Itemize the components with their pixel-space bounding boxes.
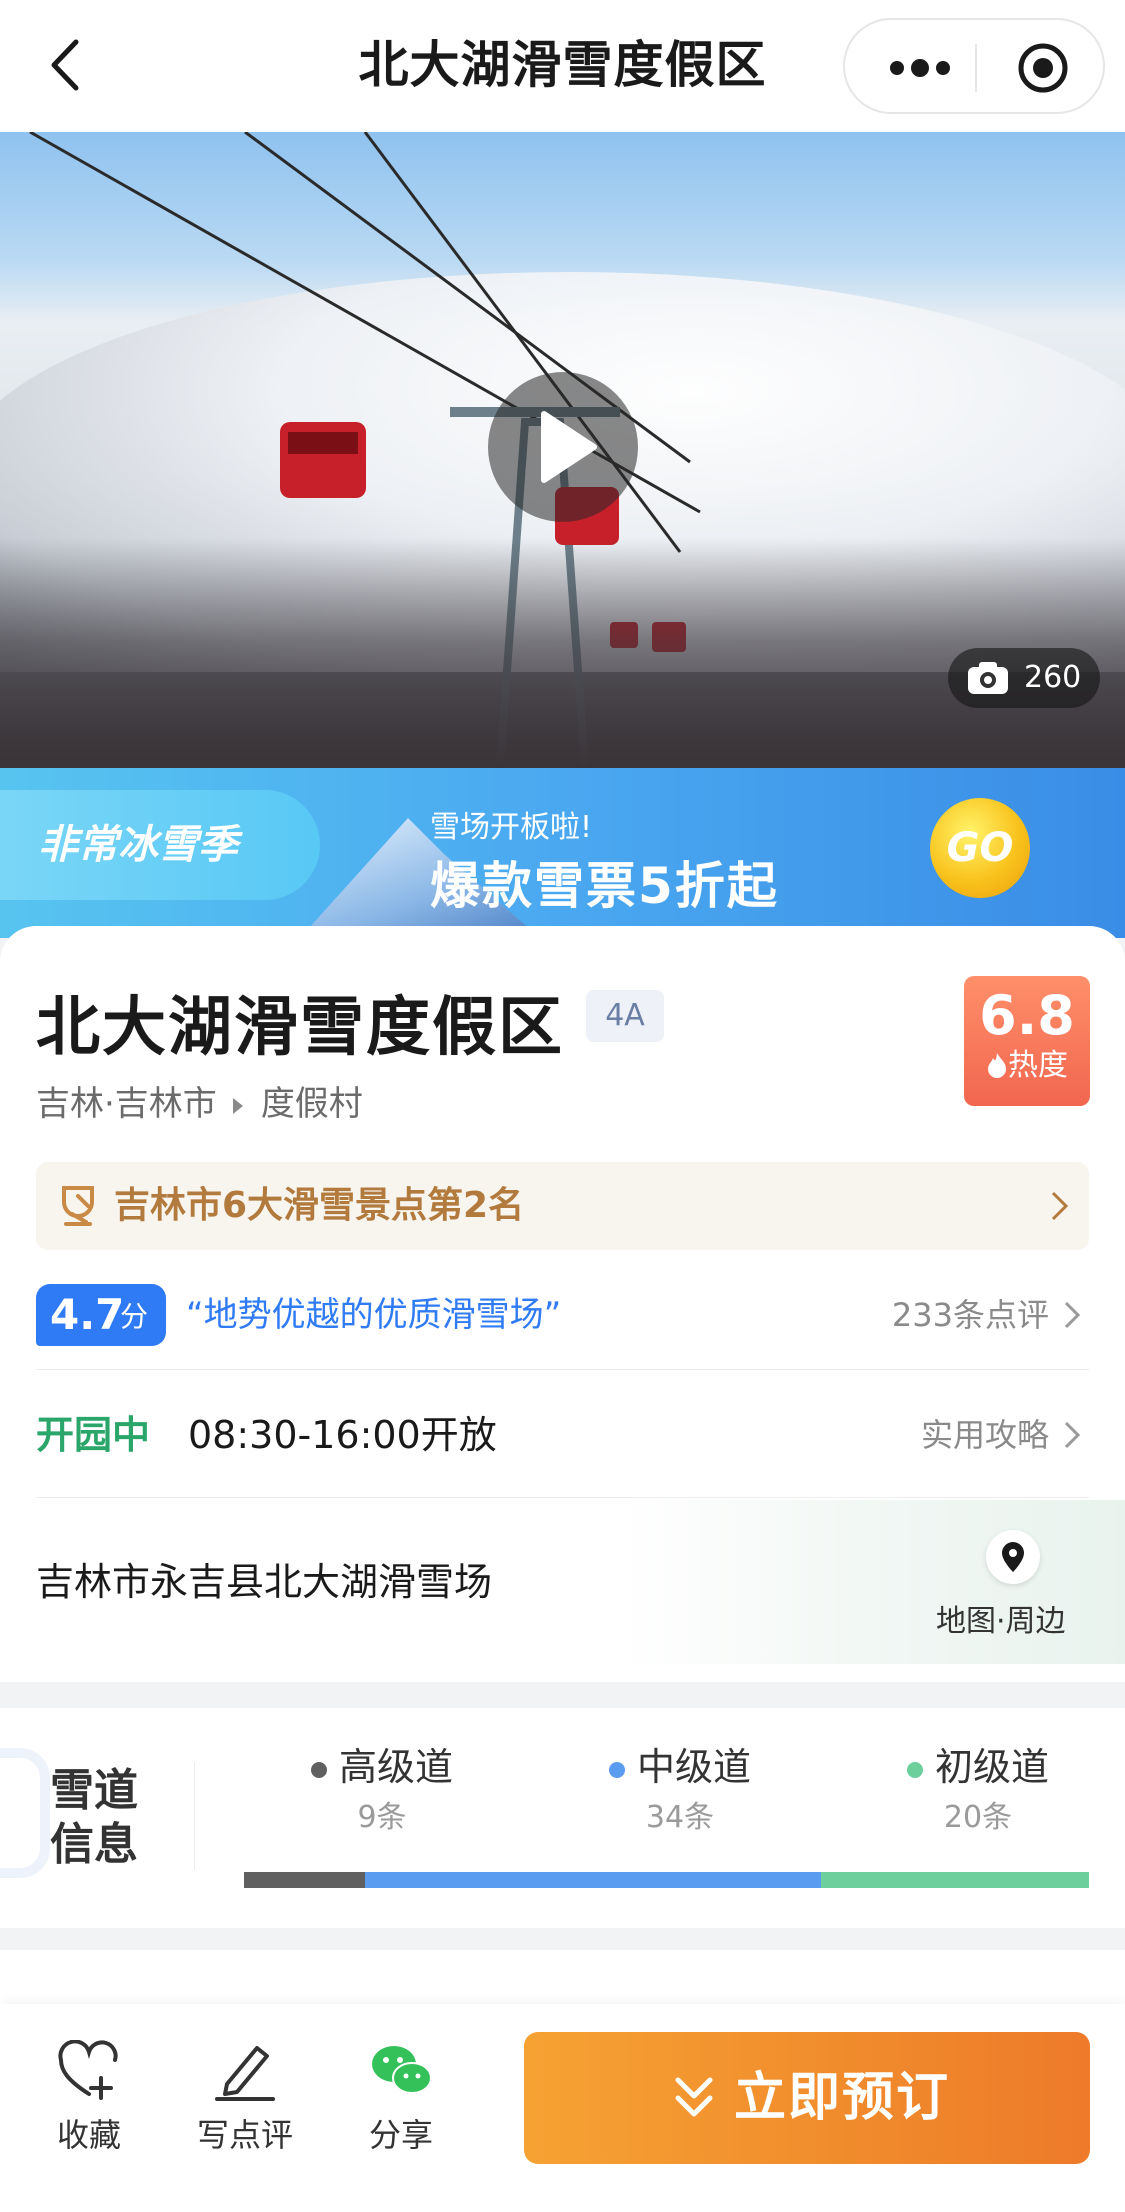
next-section-card (0, 1950, 1125, 2010)
slope-level-intermediate: 中级道 34条 (580, 1742, 780, 1844)
slope-level-name: 初级道 (934, 1745, 1049, 1789)
more-icon[interactable] (885, 48, 955, 88)
map-pin-icon[interactable] (986, 1530, 1040, 1584)
share-label: 分享 (368, 2116, 433, 2154)
address-row[interactable]: 吉林市永吉县北大湖滑雪场 地图·周边 (0, 1500, 1125, 1664)
capsule-divider (975, 44, 977, 92)
rating-row[interactable]: 4.7 分 “地势优越的优质滑雪场” 233条点评 (36, 1284, 1089, 1370)
banner-tag: 非常冰雪季 (0, 790, 320, 900)
share-button[interactable]: 分享 (346, 2040, 456, 2156)
address-text: 吉林市永吉县北大湖滑雪场 (36, 1560, 493, 1604)
mini-program-capsule (843, 18, 1105, 114)
intermediate-dot (608, 1761, 625, 1778)
heat-label-row: 热度 (964, 1046, 1090, 1086)
favorite-button[interactable]: 收藏 (34, 2040, 144, 2156)
chevron-right-icon (1064, 1421, 1081, 1449)
play-icon (541, 411, 597, 483)
photo-count: 260 (1024, 660, 1082, 695)
slope-level-name: 中级道 (636, 1745, 751, 1789)
slope-level-count: 9条 (357, 1800, 407, 1835)
location-line[interactable]: 吉林·吉林市 度假村 (36, 1076, 363, 1125)
ranking-text: 吉林市6大滑雪景点第2名 (114, 1185, 525, 1226)
write-review-button[interactable]: 写点评 (190, 2040, 300, 2156)
heart-plus-icon (58, 2040, 118, 2100)
slope-bar-segment-2 (820, 1872, 1089, 1888)
slope-level-count: 34条 (645, 1800, 715, 1835)
write-review-label: 写点评 (196, 2116, 293, 2154)
heat-badge[interactable]: 6.8 热度 (964, 976, 1090, 1106)
promo-banner[interactable]: 非常冰雪季 雪场开板啦! 爆款雪票5折起 GO (0, 768, 1125, 938)
review-count: 233条点评 (891, 1296, 1049, 1334)
score-badge: 4.7 分 (36, 1284, 166, 1346)
score-unit: 分 (120, 1300, 149, 1333)
slope-title: 雪道 信息 (50, 1764, 150, 1872)
flame-icon (988, 1053, 1006, 1078)
banner-go-button[interactable]: GO (930, 798, 1030, 898)
slope-title-line1: 雪道 (50, 1765, 138, 1816)
chevron-right-icon (1051, 1191, 1069, 1221)
advanced-dot (310, 1761, 327, 1778)
slope-distribution-bar (244, 1872, 1089, 1888)
favorite-label: 收藏 (56, 2116, 121, 2154)
slope-divider (194, 1762, 195, 1870)
double-chevron-down-icon (675, 2077, 713, 2117)
heat-value: 6.8 (979, 984, 1075, 1047)
slope-title-line2: 信息 (50, 1819, 138, 1870)
chevron-right-icon (1064, 1301, 1081, 1329)
tree-line (0, 538, 1125, 768)
score-value: 4.7 (50, 1290, 125, 1339)
slope-level-beginner: 初级道 20条 (878, 1742, 1078, 1844)
slope-level-count: 20条 (943, 1800, 1013, 1835)
map-nearby-link[interactable]: 地图·周边 (936, 1596, 1066, 1640)
hero-image[interactable]: 260 (0, 132, 1125, 768)
slope-level-name: 高级道 (338, 1745, 453, 1789)
nav-bar: 北大湖滑雪度假区 (0, 0, 1125, 132)
opening-hours-row[interactable]: 开园中 08:30-16:00开放 实用攻略 (36, 1372, 1089, 1498)
ranking-banner[interactable]: 吉林市6大滑雪景点第2名 (36, 1162, 1089, 1250)
play-video-button[interactable] (488, 372, 638, 522)
location-text: 吉林·吉林市 (36, 1084, 217, 1124)
heat-label: 热度 (1008, 1048, 1068, 1083)
beginner-dot (906, 1761, 923, 1778)
slope-level-advanced: 高级道 9条 (282, 1742, 482, 1844)
slope-decoration (0, 1748, 50, 1878)
book-now-button[interactable]: 立即预订 (524, 2032, 1090, 2164)
trophy-icon (62, 1186, 94, 1226)
banner-subtitle: 雪场开板啦! (430, 810, 593, 845)
slope-bar-segment-0 (244, 1872, 365, 1888)
open-status: 开园中 (36, 1413, 151, 1457)
review-quote: “地势优越的优质滑雪场” (186, 1295, 562, 1335)
caret-right-icon (232, 1097, 243, 1114)
wechat-icon (372, 2046, 432, 2094)
slope-info-card[interactable]: 雪道 信息 高级道 9条 中级道 34条 初级道 20条 (0, 1708, 1125, 1928)
close-mini-program-icon[interactable] (1015, 40, 1071, 96)
opening-hours: 08:30-16:00开放 (188, 1413, 497, 1457)
poi-info-card: 北大湖滑雪度假区 4A 6.8 热度 吉林·吉林市 度假村 吉林市6大滑雪景点第2… (0, 926, 1125, 1682)
camera-icon (968, 662, 1008, 694)
photo-count-badge[interactable]: 260 (948, 648, 1100, 708)
bottom-action-bar: 收藏 写点评 分享 立即预订 (0, 2004, 1125, 2212)
poi-name: 北大湖滑雪度假区 (36, 991, 564, 1065)
category-text: 度假村 (260, 1084, 363, 1124)
banner-headline: 爆款雪票5折起 (430, 857, 779, 915)
guide-link: 实用攻略 (920, 1416, 1049, 1454)
book-now-label: 立即预订 (734, 2068, 951, 2128)
slope-bar-segment-1 (364, 1872, 821, 1888)
grade-badge: 4A (586, 990, 664, 1042)
pen-icon (215, 2046, 275, 2101)
